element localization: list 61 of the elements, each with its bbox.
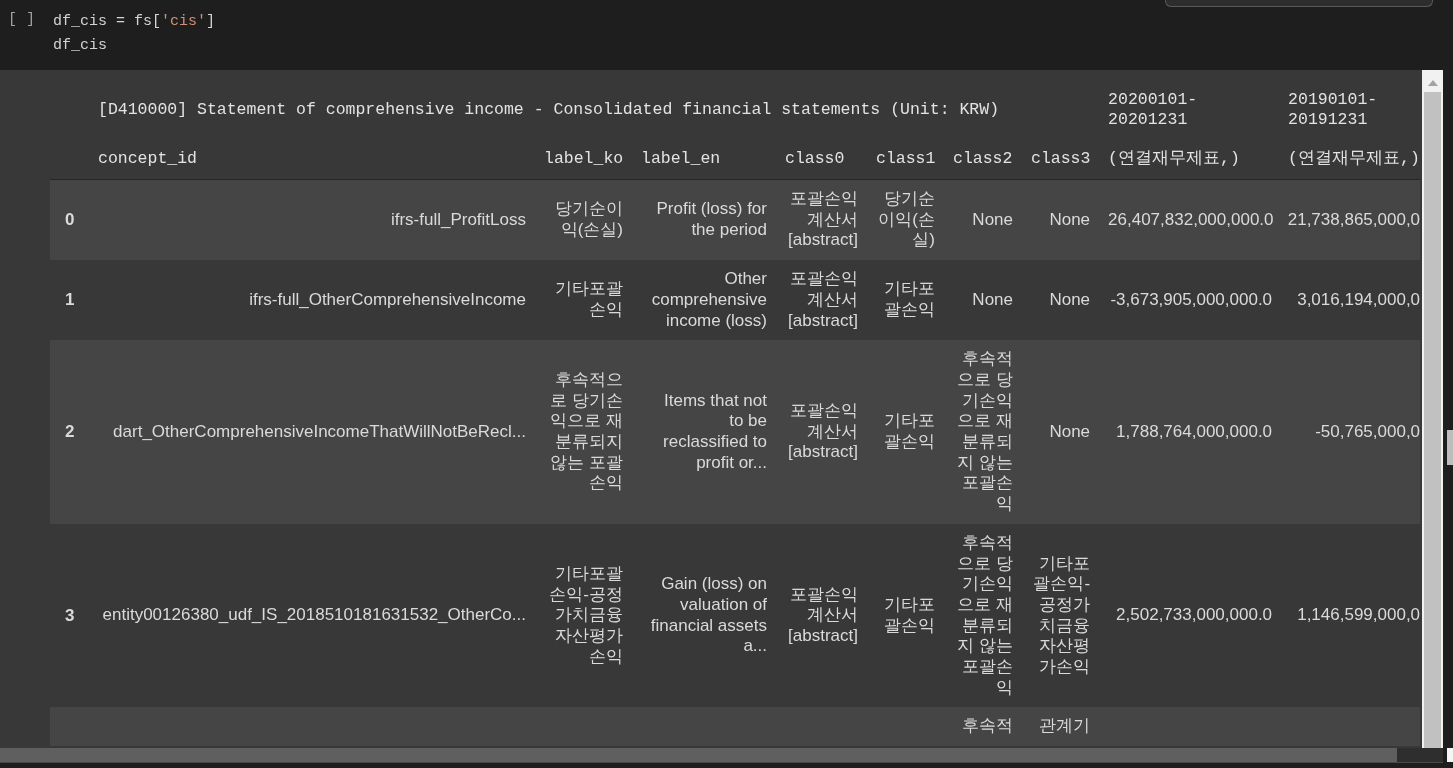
scroll-corner: [1447, 748, 1453, 762]
row-index: 1: [50, 260, 89, 341]
column-header: (연결재무제표,): [1279, 138, 1420, 180]
table-cell: 1,788,764,000,000.0: [1099, 340, 1280, 524]
code-line: df_cis = fs['cis']: [53, 12, 216, 32]
row-index: 0: [50, 179, 89, 261]
table-cell: 기타포괄손익: [535, 260, 632, 341]
column-header: class0: [776, 138, 867, 180]
table-cell: 기타포괄손익: [867, 260, 944, 341]
table-title: [D410000] Statement of comprehensive income - Consolidated financial statements (Unit: KRW): [97, 99, 1001, 121]
table-cell: 포괄손익계산서 [abstract]: [776, 523, 867, 708]
table-cell: 후속적으로 당기손익으로 재분류되지 않는 포괄손익: [944, 523, 1022, 708]
table-cell: Gain (loss) on valuation of financial assets a...: [632, 523, 776, 708]
table-cell: 2,502,733,000,000.0: [1099, 523, 1280, 708]
scrollbar-thumb[interactable]: [1447, 430, 1453, 465]
table-cell: 3,016,194,000,0: [1279, 260, 1420, 341]
table-cell: 기타포괄손익-공정가치금융자산평가손익: [1022, 523, 1100, 708]
code-line: df_cis: [53, 36, 109, 56]
table-cell: 당기순이익(손실): [535, 179, 632, 261]
table-cell: 21,738,865,000,0: [1279, 179, 1420, 261]
table-cell: None: [1022, 179, 1100, 261]
table-cell: 기타포괄손익: [867, 523, 944, 708]
table-cell: Items that not to be reclassified to profit or...: [632, 340, 776, 524]
table-cell: Profit (loss) for the period: [632, 179, 776, 261]
table-cell: 26,407,832,000,000.0: [1099, 179, 1280, 261]
table-cell: 포괄손익계산서 [abstract]: [776, 260, 867, 341]
table-cell: 기타포괄손익-공정가치금융자산평가손익: [535, 523, 632, 708]
table-cell: -50,765,000,0: [1279, 340, 1420, 524]
row-index: 2: [50, 340, 89, 524]
table-cell: entity00126380_udf_IS_2018510181631532_OtherCo...: [89, 523, 535, 708]
table-cell: 관계기: [1022, 707, 1100, 747]
table-cell: -3,673,905,000,000.0: [1099, 260, 1280, 341]
column-header: 20200101-20201231: [1107, 89, 1199, 131]
table-cell: ifrs-full_ProfitLoss: [89, 179, 535, 261]
table-cell: 포괄손익계산서 [abstract]: [776, 340, 867, 524]
table-cell: 1,146,599,000,0: [1279, 523, 1420, 708]
table-cell: None: [1022, 260, 1100, 341]
table-cell: 후속적으로 당기손익으로 재분류되지 않는 포괄손익: [944, 340, 1022, 524]
table-cell: 후속적: [944, 707, 1022, 747]
table-cell: 당기순이익(손실): [867, 179, 944, 261]
scrollbar-thumb[interactable]: [1424, 92, 1441, 748]
table-cell: ifrs-full_OtherComprehensiveIncome: [89, 260, 535, 341]
table-cell: dart_OtherComprehensiveIncomeThatWillNotBeRecl...: [89, 340, 535, 524]
column-header: (연결재무제표,): [1099, 138, 1280, 180]
scroll-up-arrow-icon[interactable]: [1427, 80, 1438, 86]
column-header: label_en: [632, 138, 776, 180]
table-cell: 기타포괄손익: [867, 340, 944, 524]
column-header: class3: [1022, 138, 1100, 180]
column-header: label_ko: [535, 138, 632, 180]
table-cell: None: [944, 179, 1022, 261]
column-header: class1: [867, 138, 944, 180]
column-header: concept_id: [89, 138, 535, 180]
column-header: 20190101-20191231: [1287, 89, 1379, 131]
table-cell: None: [944, 260, 1022, 341]
column-header: class2: [944, 138, 1022, 180]
table-cell: 포괄손익계산서 [abstract]: [776, 179, 867, 261]
row-index: 3: [50, 523, 89, 708]
table-cell: 후속적으로 당기손익으로 재분류되지 않는 포괄손익: [535, 340, 632, 524]
vertical-scrollbar[interactable]: [1422, 70, 1443, 748]
table-cell: Other comprehensive income (loss): [632, 260, 776, 341]
table-cell: None: [1022, 340, 1100, 524]
